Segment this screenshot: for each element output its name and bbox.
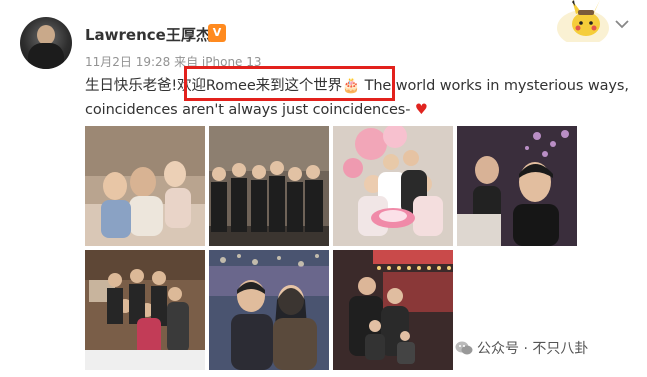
vip-badge-icon: V: [208, 24, 226, 42]
post-text-part1: 生日快乐老爸!: [85, 78, 178, 94]
family-dinner-photo[interactable]: [85, 250, 205, 370]
selfie-photo[interactable]: [457, 126, 577, 246]
username[interactable]: Lawrence王厚杰: [85, 24, 211, 45]
pikachu-sticker-icon: [552, 0, 614, 42]
group-photo-suits[interactable]: [209, 126, 329, 246]
avatar[interactable]: [20, 17, 72, 69]
family-photo-1[interactable]: [85, 126, 205, 246]
avatar-head: [37, 25, 55, 45]
watermark: 公众号 · 不只八卦: [455, 338, 588, 358]
wechat-icon: [455, 339, 473, 357]
highlight-box: [184, 66, 395, 101]
carousel-family-photo[interactable]: [333, 250, 453, 370]
watermark-text: 公众号 · 不只八卦: [477, 341, 589, 357]
chevron-down-icon[interactable]: [614, 16, 630, 32]
couple-dinner-photo[interactable]: [209, 250, 329, 370]
heart-icon: ♥: [414, 102, 428, 118]
birthday-balloons-photo[interactable]: [333, 126, 453, 246]
avatar-body: [28, 43, 64, 69]
